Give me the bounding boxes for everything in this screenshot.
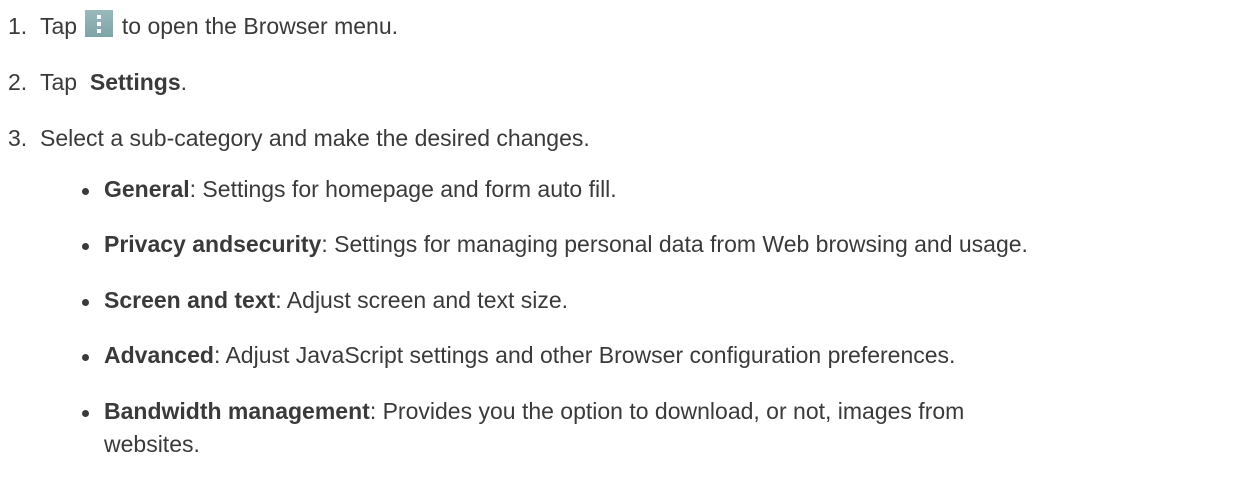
bullet-bandwidth: Bandwidth management: Provides you the o…	[82, 395, 1247, 461]
bullet-privacy: Privacy andsecurity: Settings for managi…	[82, 228, 1247, 261]
step-number: 2.	[8, 69, 28, 95]
step-3: 3. Select a sub-category and make the des…	[8, 122, 590, 154]
bullet-advanced: Advanced: Adjust JavaScript settings and…	[82, 339, 1247, 372]
step-text: Tap	[40, 69, 84, 95]
menu-dots-icon	[85, 10, 114, 37]
bullet-dot	[82, 188, 89, 195]
bullet-term: Privacy andsecurity	[104, 231, 322, 257]
bullet-desc: : Settings for managing personal data fr…	[321, 231, 1028, 257]
bullet-term: General	[104, 176, 190, 202]
bullet-dot	[82, 299, 89, 306]
step-text: Tap	[40, 13, 78, 39]
bullet-desc: : Adjust screen and text size.	[275, 287, 569, 313]
step-2: 2. Tap Settings.	[8, 66, 187, 98]
bullet-term: Bandwidth management	[104, 398, 370, 424]
bullet-dot	[82, 354, 89, 361]
bullet-term: Advanced	[104, 342, 214, 368]
bullet-term: Screen and text	[104, 287, 276, 313]
bullet-dot	[82, 410, 89, 417]
step-text: .	[180, 69, 187, 95]
bullet-screen-text: Screen and text: Adjust screen and text …	[82, 284, 1247, 317]
bullet-general: General: Settings for homepage and form …	[82, 173, 1247, 206]
bullet-dot	[82, 243, 89, 250]
bullet-desc: : Settings for homepage and form auto fi…	[189, 176, 617, 202]
step-text: to open the Browser menu.	[115, 13, 399, 39]
step-1: 1. Tap to open the Browser menu.	[8, 10, 398, 42]
step-number: 3.	[8, 125, 28, 151]
settings-term: Settings	[89, 69, 181, 95]
bullet-desc: : Adjust JavaScript settings and other B…	[213, 342, 956, 368]
step-number: 1.	[8, 13, 28, 39]
step-text: Select a sub-category and make the desir…	[40, 125, 590, 151]
